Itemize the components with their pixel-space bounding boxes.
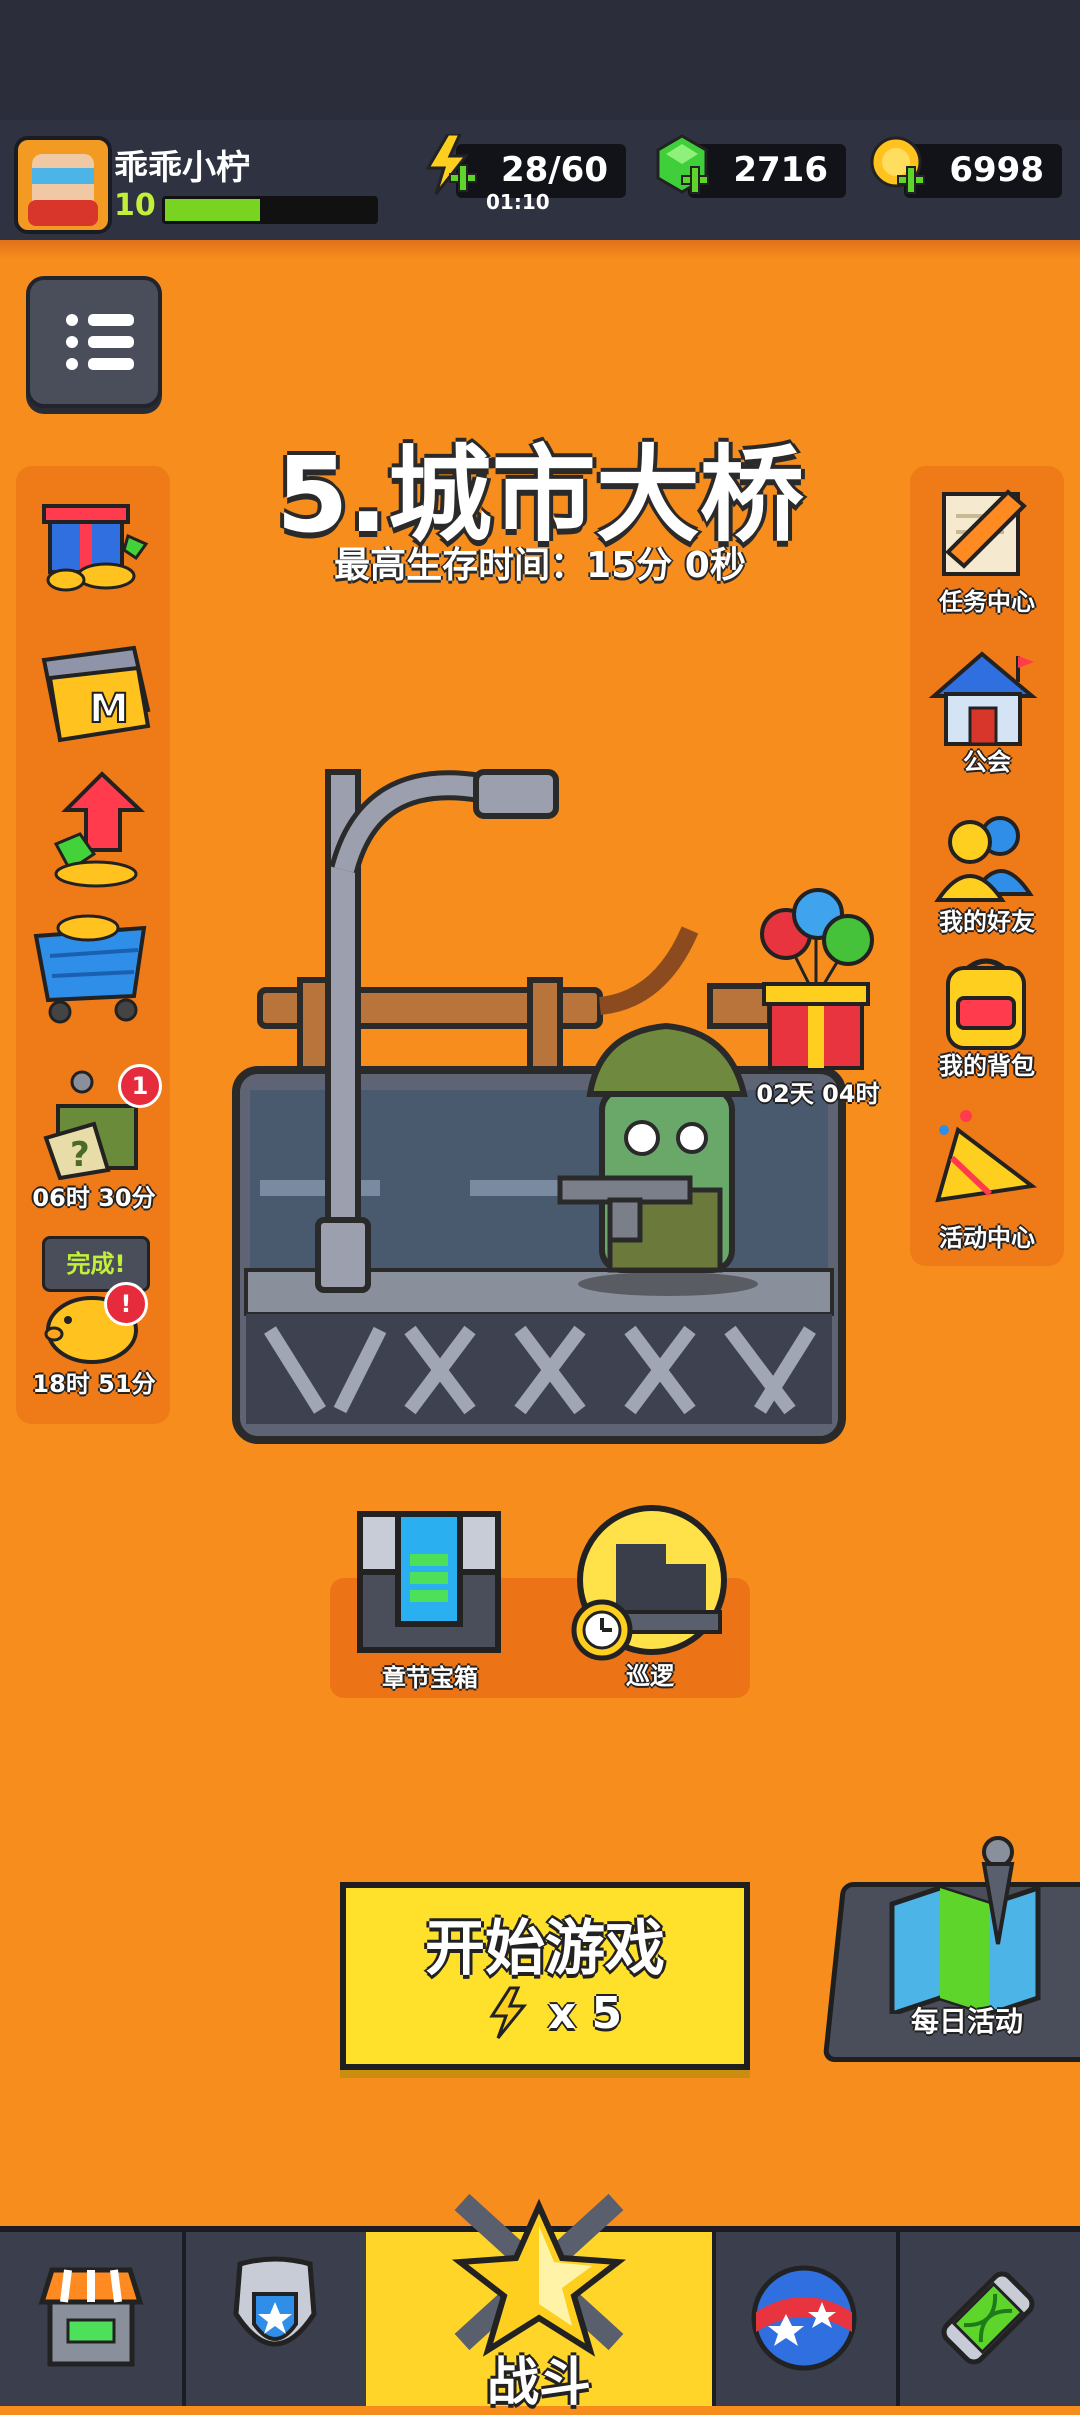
party-horn-icon xyxy=(935,1110,1038,1203)
shop-icon xyxy=(38,2267,144,2367)
monthly-card-icon[interactable]: M xyxy=(34,640,154,750)
shield-badge-icon xyxy=(233,2256,317,2347)
gene-capsule-icon xyxy=(941,2271,1035,2365)
gold-coin-plus-icon[interactable] xyxy=(868,134,928,196)
shopping-cart-icon[interactable] xyxy=(30,906,154,1026)
player-name: 乖乖小柠 xyxy=(114,148,250,188)
growth-gems-icon[interactable] xyxy=(36,770,150,890)
start-game-energy-cost: x 5 xyxy=(547,1988,623,2039)
nav-tab-equipment[interactable] xyxy=(182,2232,370,2406)
green-gem-plus-icon[interactable] xyxy=(652,134,712,196)
bottom-nav: 战斗 xyxy=(0,2193,1080,2413)
xp-bar xyxy=(162,196,378,224)
skills-orb-icon xyxy=(751,2265,857,2371)
player-avatar[interactable] xyxy=(14,136,112,234)
guild-label: 公会 xyxy=(963,748,1011,776)
coin-value: 6998 xyxy=(949,150,1044,190)
backpack-label: 我的背包 xyxy=(939,1052,1035,1080)
nav-tab-skills[interactable] xyxy=(712,2232,900,2406)
xp-bar-fill xyxy=(165,199,260,221)
coin-counter[interactable]: 6998 xyxy=(870,136,1062,198)
nav-tab-battle[interactable]: 战斗 xyxy=(366,2193,716,2413)
energy-value: 28/60 xyxy=(500,150,608,190)
nav-tab-gene[interactable] xyxy=(896,2232,1080,2406)
guild-house-icon xyxy=(928,651,1038,746)
chapter-chest-icon xyxy=(357,1511,501,1653)
start-game-label: 开始游戏 xyxy=(425,1914,665,1984)
gift-coins-icon[interactable] xyxy=(36,486,150,596)
nav-tab-shop[interactable] xyxy=(0,2232,186,2406)
gem-value: 2716 xyxy=(733,150,828,190)
battle-star-icon xyxy=(451,2193,627,2357)
start-game-button[interactable]: 开始游戏 x 5 xyxy=(340,1882,750,2070)
top-resource-bar: 乖乖小柠 10 28/60 2716 6998 xyxy=(0,120,1080,258)
friends-icon xyxy=(934,816,1034,902)
stage-preview-scene xyxy=(232,769,846,1444)
status-bar xyxy=(0,0,1080,120)
events-label: 活动中心 xyxy=(939,1224,1035,1252)
svg-text:?: ? xyxy=(70,1135,90,1175)
lightning-plus-icon[interactable] xyxy=(420,134,480,196)
map-compass-icon xyxy=(889,1836,1041,2014)
backpack-icon xyxy=(946,958,1026,1050)
supply-notification-badge: 1 xyxy=(118,1064,162,1108)
piggy-bank-timer: 18时 51分 xyxy=(32,1370,156,1398)
energy-timer: 01:10 xyxy=(486,190,550,214)
tasks-label: 任务中心 xyxy=(939,588,1035,616)
battle-label: 战斗 xyxy=(486,2353,591,2413)
chapter-chest-label: 章节宝箱 xyxy=(382,1664,478,1692)
patrol-clock-icon xyxy=(571,1505,727,1661)
balloon-gift-icon xyxy=(760,888,874,1070)
gem-counter[interactable]: 2716 xyxy=(656,134,846,198)
svg-text:M: M xyxy=(89,686,129,732)
scroll-pencil-icon xyxy=(942,489,1027,576)
daily-activity-label: 每日活动 xyxy=(910,2005,1023,2038)
patrol-label: 巡逻 xyxy=(626,1662,674,1690)
supply-timer: 06时 30分 xyxy=(32,1184,156,1212)
friends-label: 我的好友 xyxy=(939,908,1035,936)
gift-event-timer: 02天 04时 xyxy=(756,1080,880,1108)
menu-button[interactable] xyxy=(26,276,162,408)
player-level: 10 xyxy=(114,188,156,223)
piggy-bank-alert-badge: ! xyxy=(104,1282,148,1326)
